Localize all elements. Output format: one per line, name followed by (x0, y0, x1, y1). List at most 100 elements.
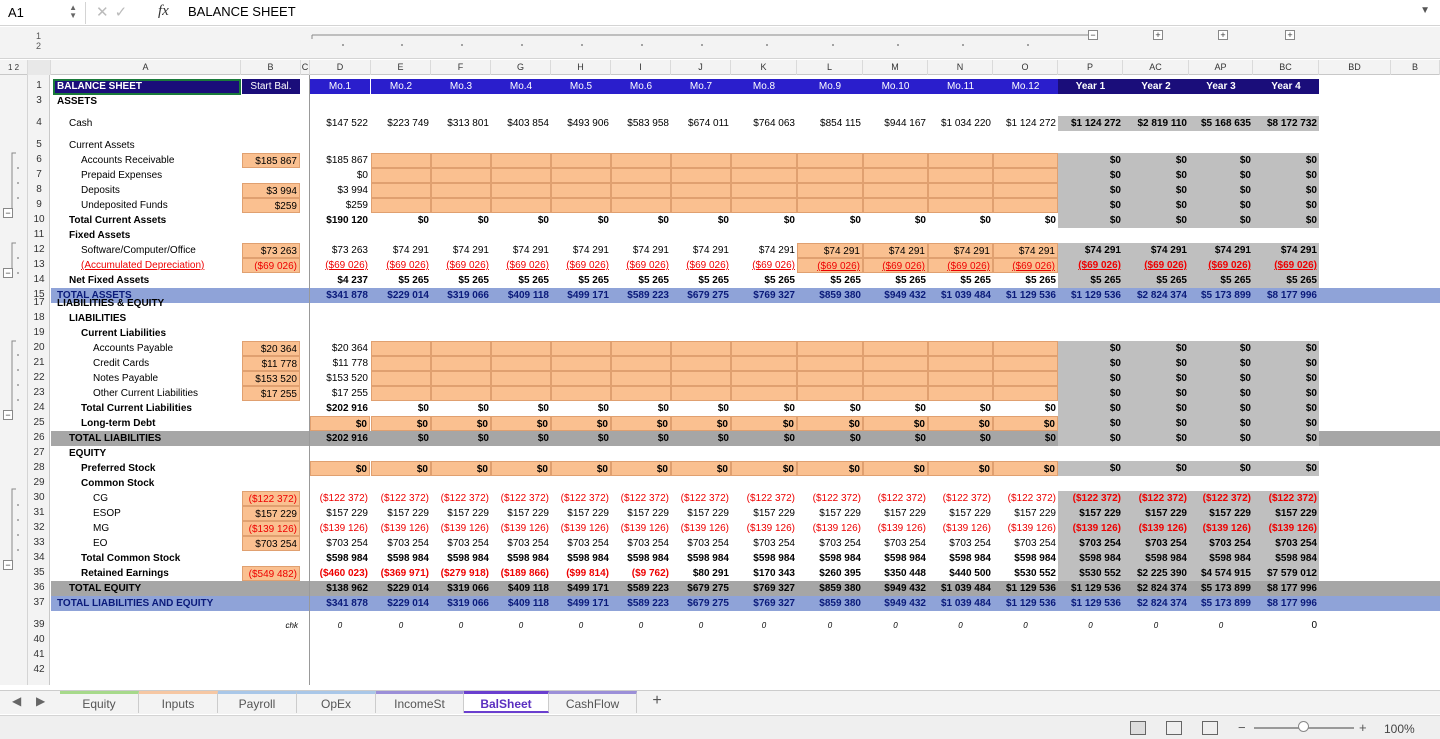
cell-start-balance[interactable] (242, 273, 300, 288)
table-cell[interactable]: ($69 026) (1253, 258, 1319, 273)
table-cell[interactable]: $0 (1123, 416, 1189, 431)
table-cell[interactable]: 0 (731, 618, 797, 633)
table-cell[interactable]: $0 (1123, 461, 1189, 476)
table-cell[interactable]: $530 552 (993, 566, 1058, 581)
period-header[interactable]: Mo.3 (431, 79, 491, 94)
table-cell[interactable]: $350 448 (863, 566, 928, 581)
table-cell[interactable] (797, 371, 863, 386)
row-label[interactable]: Undeposited Funds (79, 198, 265, 213)
table-cell[interactable]: $74 291 (431, 243, 491, 258)
table-cell[interactable]: $703 254 (731, 536, 797, 551)
table-cell[interactable]: ($139 126) (1189, 521, 1253, 536)
page-layout-view-icon[interactable] (1166, 721, 1182, 735)
table-cell[interactable]: $0 (863, 401, 928, 416)
column-header-a[interactable]: A (51, 60, 241, 75)
table-cell[interactable]: $0 (431, 431, 491, 446)
add-sheet-button[interactable]: + (646, 691, 668, 713)
table-cell[interactable]: ($69 026) (310, 258, 370, 273)
table-cell[interactable]: $949 432 (863, 596, 928, 611)
table-cell[interactable]: $409 118 (491, 596, 551, 611)
table-cell[interactable]: $74 291 (993, 243, 1058, 258)
table-cell[interactable] (491, 153, 551, 168)
table-cell[interactable]: $598 984 (863, 551, 928, 566)
table-cell[interactable]: $440 500 (928, 566, 993, 581)
table-cell[interactable]: $138 962 (310, 581, 370, 596)
row-number[interactable]: 11 (28, 229, 50, 240)
row-outline-levels[interactable]: 1 2 (0, 60, 28, 75)
column-header-p[interactable]: P (1058, 60, 1123, 75)
table-cell[interactable]: $0 (611, 461, 671, 476)
cell-start-balance[interactable]: $11 778 (242, 356, 300, 371)
table-cell[interactable]: ($122 372) (431, 491, 491, 506)
cell-start-balance[interactable]: $157 229 (242, 506, 300, 521)
period-header[interactable]: Mo.6 (611, 79, 671, 94)
table-cell[interactable] (797, 386, 863, 401)
row-number[interactable]: 35 (28, 567, 50, 578)
table-cell[interactable]: ($139 126) (431, 521, 491, 536)
table-cell[interactable]: $0 (671, 401, 731, 416)
table-cell[interactable]: $157 229 (928, 506, 993, 521)
page-break-view-icon[interactable] (1202, 721, 1218, 735)
table-cell[interactable] (671, 183, 731, 198)
table-cell[interactable]: $0 (310, 416, 370, 431)
cell-start-balance[interactable] (242, 551, 300, 566)
table-cell[interactable]: $74 291 (1253, 243, 1319, 258)
table-cell[interactable]: $0 (551, 213, 611, 228)
table-cell[interactable]: $0 (1253, 198, 1319, 213)
table-cell[interactable] (731, 386, 797, 401)
sheet-tab-cashflow[interactable]: CashFlow (549, 691, 637, 713)
collapse-group-icon[interactable]: − (1088, 30, 1098, 40)
table-cell[interactable] (491, 198, 551, 213)
table-cell[interactable]: $0 (611, 213, 671, 228)
row-label[interactable] (55, 633, 241, 648)
name-box-stepper-icon[interactable]: ▲ ▼ (69, 4, 77, 20)
table-cell[interactable]: $1 039 484 (928, 596, 993, 611)
table-cell[interactable]: $703 254 (310, 536, 370, 551)
row-number[interactable]: 9 (28, 199, 50, 210)
table-cell[interactable]: $74 291 (1058, 243, 1123, 258)
table-cell[interactable]: $679 275 (671, 581, 731, 596)
table-cell[interactable]: $0 (1123, 356, 1189, 371)
table-cell[interactable]: $157 229 (1189, 506, 1253, 521)
chevron-down-icon[interactable]: ▼ (1420, 5, 1430, 16)
table-cell[interactable]: $0 (310, 461, 370, 476)
table-cell[interactable]: $0 (371, 416, 431, 431)
table-cell[interactable]: $859 380 (797, 596, 863, 611)
table-cell[interactable]: $703 254 (371, 536, 431, 551)
table-cell[interactable] (611, 356, 671, 371)
table-cell[interactable] (993, 183, 1058, 198)
column-header-ap[interactable]: AP (1189, 60, 1253, 75)
table-cell[interactable]: $74 291 (551, 243, 611, 258)
column-header-o[interactable]: O (993, 60, 1058, 75)
table-cell[interactable]: $0 (1189, 416, 1253, 431)
cell-start-balance[interactable] (242, 596, 300, 611)
table-cell[interactable] (371, 371, 431, 386)
table-cell[interactable]: $0 (1189, 371, 1253, 386)
table-cell[interactable]: $0 (1058, 416, 1123, 431)
table-cell[interactable]: $0 (671, 431, 731, 446)
row-number[interactable]: 13 (28, 259, 50, 270)
period-header[interactable]: Mo.7 (671, 79, 731, 94)
table-cell[interactable]: $1 129 536 (1058, 596, 1123, 611)
table-cell[interactable] (797, 168, 863, 183)
table-cell[interactable] (371, 153, 431, 168)
table-cell[interactable]: $157 229 (731, 506, 797, 521)
table-cell[interactable]: $769 327 (731, 581, 797, 596)
table-cell[interactable]: $0 (928, 416, 993, 431)
table-cell[interactable]: ($139 126) (551, 521, 611, 536)
table-cell[interactable]: ($69 026) (1058, 258, 1123, 273)
table-cell[interactable]: $0 (371, 401, 431, 416)
row-label[interactable]: TOTAL LIABILITIES (67, 431, 253, 446)
table-cell[interactable]: $409 118 (491, 581, 551, 596)
table-cell[interactable]: $223 749 (371, 116, 431, 131)
table-cell[interactable]: ($122 372) (611, 491, 671, 506)
table-cell[interactable]: $5 265 (431, 273, 491, 288)
table-cell[interactable]: ($139 126) (611, 521, 671, 536)
table-cell[interactable]: $0 (491, 401, 551, 416)
period-header[interactable]: Year 1 (1058, 79, 1123, 94)
table-cell[interactable] (928, 341, 993, 356)
table-cell[interactable]: $493 906 (551, 116, 611, 131)
table-cell[interactable]: $0 (1058, 371, 1123, 386)
table-cell[interactable]: $157 229 (310, 506, 370, 521)
table-cell[interactable]: $2 824 374 (1123, 596, 1189, 611)
